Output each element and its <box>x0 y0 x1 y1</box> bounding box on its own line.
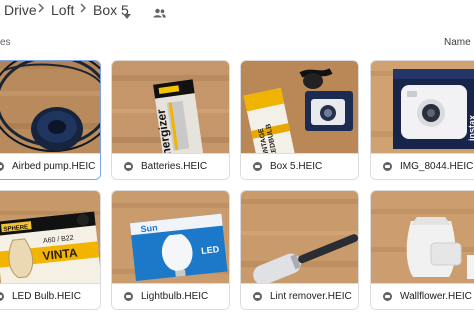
file-card-led-bulb[interactable]: SPHERE A60 / B22 VINTA LED Bulb.HEIC <box>0 190 101 310</box>
thumbnail-img-8044: instax <box>371 61 474 153</box>
file-name: Wallflower.HEIC <box>400 291 472 302</box>
card-footer: IMG_8044.HEIC <box>371 153 474 179</box>
file-card-lint-remover[interactable]: Lint remover.HEIC <box>240 190 359 310</box>
file-card-box-5[interactable]: VINTAGELEDBULB Box 5.HEIC <box>240 60 359 180</box>
card-footer: LED Bulb.HEIC <box>0 283 100 309</box>
card-footer: Airbed pump.HEIC <box>0 153 100 179</box>
file-name: Box 5.HEIC <box>270 161 323 172</box>
section-label: es <box>0 37 11 48</box>
file-card-airbed-pump[interactable]: Airbed pump.HEIC <box>0 60 101 180</box>
people-icon[interactable] <box>153 5 166 18</box>
breadcrumb-loft[interactable]: Loft <box>51 1 74 19</box>
file-name: Airbed pump.HEIC <box>12 161 96 172</box>
breadcrumb: Drive Loft Box 5 <box>0 0 474 24</box>
triangle-down-icon[interactable] <box>123 6 131 24</box>
file-name: LED Bulb.HEIC <box>12 291 81 302</box>
sort-by-name-button[interactable]: Name <box>444 37 471 48</box>
card-footer: Batteries.HEIC <box>112 153 229 179</box>
image-file-icon <box>124 292 133 301</box>
lightbulb-pack-text: LED <box>201 244 220 256</box>
card-footer: Lightbulb.HEIC <box>112 283 229 309</box>
file-name: IMG_8044.HEIC <box>400 161 474 172</box>
thumbnail-lint-remover <box>241 191 358 283</box>
image-file-icon <box>383 292 392 301</box>
file-name: Batteries.HEIC <box>141 161 208 172</box>
thumbnail-batteries: nergizer <box>112 61 229 153</box>
file-card-wallflower[interactable]: Wallflower.HEIC <box>370 190 474 310</box>
file-name: Lint remover.HEIC <box>270 291 352 302</box>
image-file-icon <box>124 162 133 171</box>
thumbnail-lightbulb: Sun LED <box>112 191 229 283</box>
breadcrumb-drive[interactable]: Drive <box>4 1 37 19</box>
file-name: Lightbulb.HEIC <box>141 291 209 302</box>
image-file-icon <box>253 162 262 171</box>
image-file-icon <box>0 292 4 301</box>
file-card-lightbulb[interactable]: Sun LED Lightbulb.HEIC <box>111 190 230 310</box>
thumbnail-led-bulb: SPHERE A60 / B22 VINTA <box>0 191 100 283</box>
lightbulb-brand-text: Sun <box>140 222 158 234</box>
instax-pack-text: instax <box>467 115 474 141</box>
card-footer: Box 5.HEIC <box>241 153 358 179</box>
file-card-img-8044[interactable]: instax IMG_8044.HEIC <box>370 60 474 180</box>
card-footer: Wallflower.HEIC <box>371 283 474 309</box>
thumbnail-airbed-pump <box>0 61 100 153</box>
thumbnail-wallflower <box>371 191 474 283</box>
card-footer: Lint remover.HEIC <box>241 283 358 309</box>
image-file-icon <box>253 292 262 301</box>
image-file-icon <box>383 162 392 171</box>
thumbnail-box-5: VINTAGELEDBULB <box>241 61 358 153</box>
chevron-right-icon <box>38 3 44 13</box>
file-card-batteries[interactable]: nergizer Batteries.HEIC <box>111 60 230 180</box>
image-file-icon <box>0 162 4 171</box>
chevron-right-icon <box>80 3 86 13</box>
